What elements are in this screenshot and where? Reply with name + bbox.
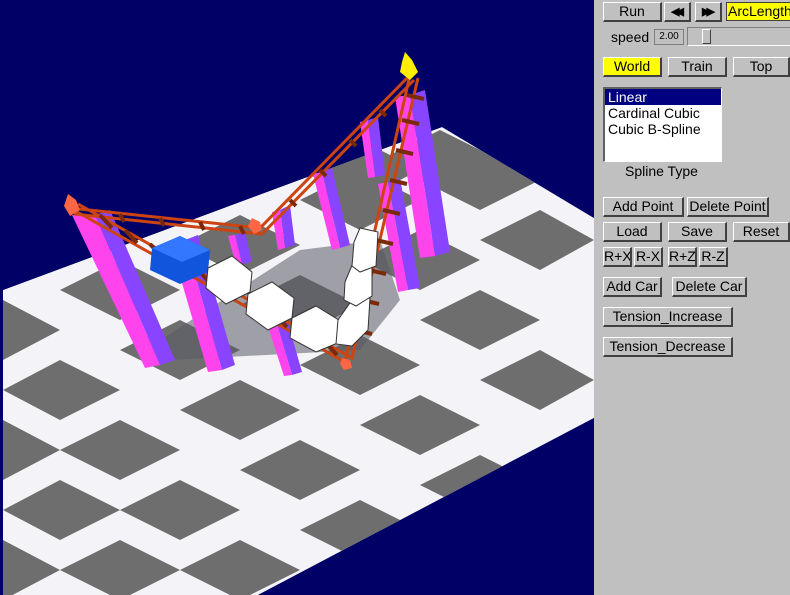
add-point-button[interactable]: Add Point	[603, 197, 684, 217]
control-panel: Run ◀◀ ▶▶ ArcLength speed 2.00 World Tra…	[594, 0, 790, 595]
speed-label: speed	[611, 29, 650, 45]
delete-point-button[interactable]: Delete Point	[687, 197, 769, 217]
spline-type-caption: Spline Type	[625, 163, 698, 179]
spline-option[interactable]: Linear	[605, 89, 721, 105]
arclength-toggle[interactable]: ArcLength	[726, 2, 790, 21]
train-view-button[interactable]: Train	[668, 57, 727, 77]
fast-forward-button[interactable]: ▶▶	[695, 2, 722, 22]
fast-forward-icon: ▶▶	[702, 6, 715, 18]
spline-option[interactable]: Cardinal Cubic	[605, 105, 721, 121]
top-view-button[interactable]: Top	[733, 57, 790, 77]
rewind-button[interactable]: ◀◀	[664, 2, 691, 22]
delete-car-button[interactable]: Delete Car	[672, 277, 747, 297]
tension-increase-button[interactable]: Tension_Increase	[603, 307, 733, 327]
rotate-x-minus-button[interactable]: R-X	[634, 247, 663, 267]
speed-value: 2.00	[654, 29, 684, 45]
spline-type-list[interactable]: Linear Cardinal Cubic Cubic B-Spline	[603, 87, 722, 162]
train-3d-viewport[interactable]	[0, 0, 594, 595]
load-button[interactable]: Load	[603, 222, 662, 242]
add-car-button[interactable]: Add Car	[603, 277, 662, 297]
tension-decrease-button[interactable]: Tension_Decrease	[603, 337, 733, 357]
run-button[interactable]: Run	[603, 2, 662, 22]
save-button[interactable]: Save	[668, 222, 727, 242]
rewind-icon: ◀◀	[671, 6, 684, 18]
speed-slider-thumb[interactable]	[702, 29, 711, 44]
world-view-button[interactable]: World	[603, 57, 662, 77]
reset-button[interactable]: Reset	[733, 222, 790, 242]
scene-canvas[interactable]	[0, 0, 594, 595]
rotate-x-plus-button[interactable]: R+X	[603, 247, 632, 267]
speed-slider[interactable]	[687, 27, 790, 46]
rotate-z-minus-button[interactable]: R-Z	[699, 247, 728, 267]
rotate-z-plus-button[interactable]: R+Z	[668, 247, 697, 267]
spline-option[interactable]: Cubic B-Spline	[605, 121, 721, 137]
